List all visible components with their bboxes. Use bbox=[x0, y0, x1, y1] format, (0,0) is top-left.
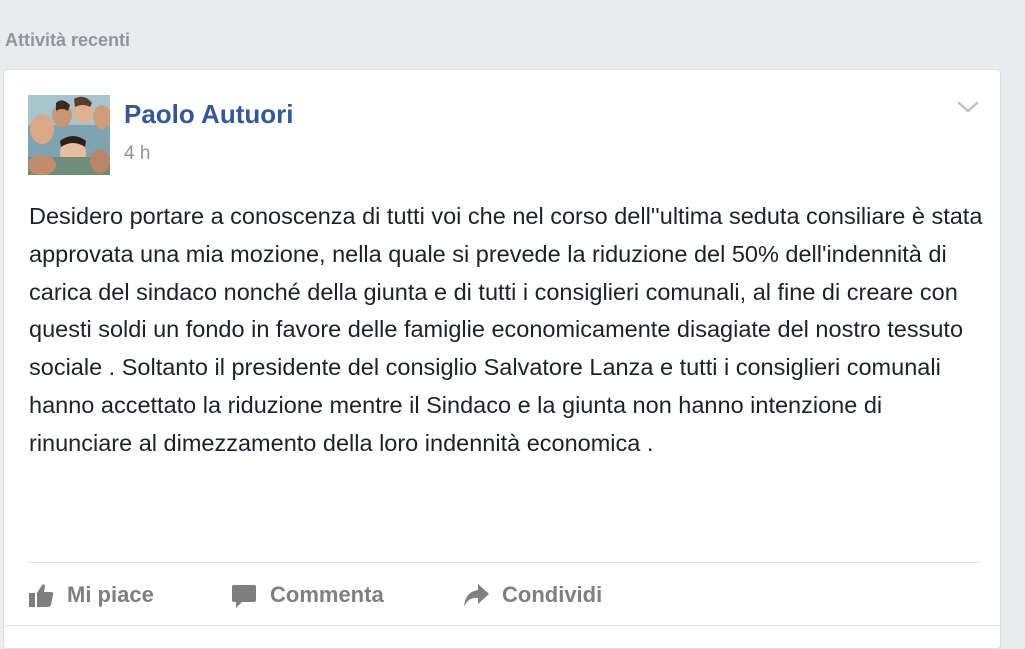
share-arrow-icon bbox=[462, 581, 490, 609]
like-label: Mi piace bbox=[67, 582, 154, 607]
share-label: Condividi bbox=[502, 582, 603, 607]
post-body: Desidero portare a conoscenza di tutti v… bbox=[29, 203, 983, 456]
chevron-down-icon[interactable] bbox=[956, 97, 980, 117]
like-button[interactable]: Mi piace bbox=[27, 578, 154, 612]
post-card: Paolo Autuori 4 h Desidero portare a con… bbox=[3, 69, 1001, 649]
thumbs-up-icon bbox=[27, 581, 55, 609]
comment-button[interactable]: Commenta bbox=[230, 578, 384, 612]
comment-label: Commenta bbox=[270, 582, 384, 607]
avatar-photo bbox=[28, 95, 110, 175]
post-timestamp[interactable]: 4 h bbox=[124, 143, 150, 165]
comment-bubble-icon bbox=[230, 581, 258, 609]
card-bottom-divider bbox=[4, 625, 1000, 626]
share-button[interactable]: Condividi bbox=[462, 578, 602, 612]
author-name[interactable]: Paolo Autuori bbox=[124, 99, 293, 130]
avatar[interactable] bbox=[28, 95, 110, 175]
divider bbox=[28, 562, 980, 563]
section-title: Attività recenti bbox=[5, 30, 131, 50]
